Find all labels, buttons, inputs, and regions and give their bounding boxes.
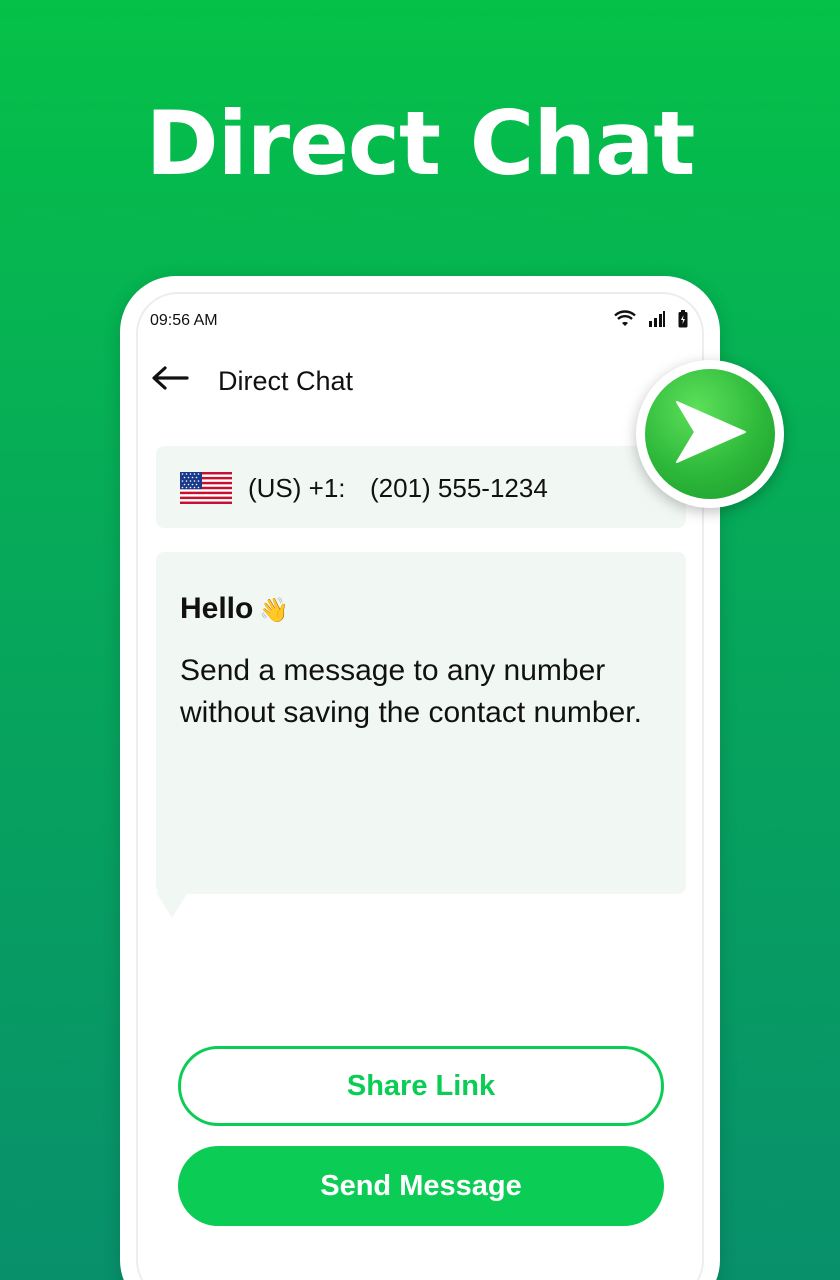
status-icons (614, 310, 688, 328)
send-arrow-icon (673, 400, 747, 469)
phone-screen: 09:56 AM Direct Chat (US) +1: (201) 555-… (136, 292, 704, 1280)
wifi-icon (614, 310, 636, 328)
message-bubble-tail (156, 892, 188, 918)
signal-icon (648, 310, 666, 328)
app-bar-title: Direct Chat (218, 366, 354, 396)
fab-circle (645, 369, 775, 499)
us-flag-icon[interactable] (180, 472, 232, 504)
phone-number-input[interactable] (370, 473, 670, 504)
battery-icon (678, 310, 688, 328)
greeting-text: Hello (180, 592, 254, 625)
message-text-area[interactable]: Hello 👋 Send a message to any number with… (156, 552, 686, 894)
greeting-heading: Hello 👋 (180, 592, 289, 626)
country-code[interactable]: (US) +1: (248, 473, 346, 504)
arrow-left-icon (151, 365, 189, 396)
phone-frame: 09:56 AM Direct Chat (US) +1: (201) 555-… (120, 276, 720, 1280)
promo-headline: Direct Chat (145, 92, 696, 195)
waving-hand-icon: 👋 (259, 597, 290, 624)
send-message-button[interactable]: Send Message (178, 1146, 664, 1226)
status-time: 09:56 AM (150, 312, 218, 329)
share-link-button[interactable]: Share Link (178, 1046, 664, 1126)
phone-number-field[interactable]: (US) +1: (156, 446, 686, 528)
send-fab-button[interactable] (636, 360, 784, 508)
back-button[interactable] (150, 362, 190, 398)
message-body[interactable]: Send a message to any number without sav… (180, 650, 670, 734)
